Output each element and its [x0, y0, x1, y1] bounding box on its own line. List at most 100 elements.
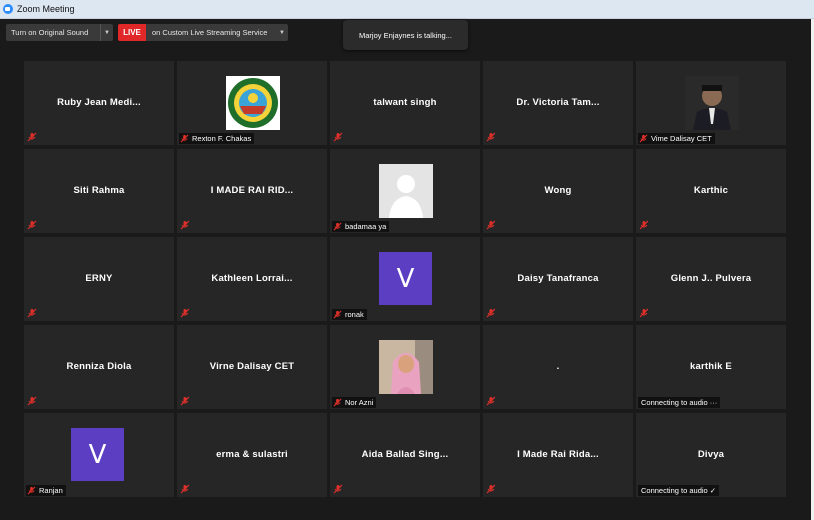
meeting-window: Turn on Original Sound ▼ LIVE on Custom … — [0, 19, 811, 520]
participant-name: Vime Dalisay CET — [651, 134, 712, 143]
muted-mic-icon — [180, 220, 190, 230]
muted-mic-icon — [180, 396, 190, 406]
participant-tile[interactable]: Karthic — [636, 149, 786, 233]
participant-name: Siti Rahma — [73, 185, 125, 196]
participant-name: I Made Rai Rida... — [517, 449, 599, 460]
participant-photo — [379, 340, 433, 394]
muted-mic-icon — [333, 310, 342, 319]
participant-name: ERNY — [85, 273, 113, 284]
seal-logo-image — [226, 76, 280, 130]
avatar-letter: V — [379, 252, 432, 305]
participant-label: Ranjan — [26, 485, 66, 496]
live-badge: LIVE — [118, 24, 146, 41]
muted-mic-icon — [639, 308, 649, 318]
participant-name: karthik E — [690, 361, 732, 372]
muted-mic-icon — [180, 308, 190, 318]
muted-mic-icon — [180, 484, 190, 494]
participant-label: Rexton F. Chakas — [179, 133, 255, 144]
participant-name: . — [556, 361, 560, 372]
participant-tile[interactable]: Aida Ballad Sing... — [330, 413, 480, 497]
audio-status: Connecting to audio ··· — [638, 397, 721, 408]
participant-name: erma & sulastri — [216, 449, 288, 460]
participant-tile[interactable]: Ruby Jean Medi... — [24, 61, 174, 145]
muted-mic-icon — [27, 220, 37, 230]
participant-name: Virne Dalisay CET — [209, 361, 295, 372]
participant-name: Renniza Diola — [66, 361, 132, 372]
muted-mic-icon — [333, 222, 342, 231]
window-titlebar: Zoom Meeting — [0, 0, 814, 19]
meeting-topbar: Turn on Original Sound ▼ LIVE on Custom … — [0, 19, 811, 59]
muted-mic-icon — [333, 398, 342, 407]
participant-tile[interactable]: Dr. Victoria Tam... — [483, 61, 633, 145]
participant-name: Karthic — [693, 185, 729, 196]
participant-name: I MADE RAI RID... — [210, 185, 294, 196]
muted-mic-icon — [27, 308, 37, 318]
participant-tile[interactable]: Daisy Tanafranca — [483, 237, 633, 321]
participant-tile[interactable]: Renniza Diola — [24, 325, 174, 409]
participant-name: Daisy Tanafranca — [517, 273, 599, 284]
participant-photo — [685, 76, 739, 130]
live-streaming-label: on Custom Live Streaming Service — [152, 28, 268, 37]
participant-tile[interactable]: badamaa ya — [330, 149, 480, 233]
participant-tile[interactable]: ERNY — [24, 237, 174, 321]
participant-tile[interactable]: I Made Rai Rida... — [483, 413, 633, 497]
muted-mic-icon — [180, 134, 189, 143]
participant-tile[interactable]: Kathleen Lorrai... — [177, 237, 327, 321]
participant-label: Nor Azni — [332, 397, 377, 408]
participant-name: badamaa ya — [345, 222, 387, 231]
muted-mic-icon — [639, 134, 648, 143]
muted-mic-icon — [333, 132, 343, 142]
participant-name: ronak — [345, 310, 364, 319]
participant-name: talwant singh — [373, 97, 437, 108]
participant-tile[interactable]: Glenn J.. Pulvera — [636, 237, 786, 321]
participant-name: Glenn J.. Pulvera — [670, 273, 752, 284]
muted-mic-icon — [486, 220, 496, 230]
muted-mic-icon — [27, 132, 37, 142]
chevron-down-icon[interactable]: ▼ — [100, 24, 113, 41]
avatar-letter: V — [71, 428, 124, 481]
muted-mic-icon — [486, 308, 496, 318]
muted-mic-icon — [333, 484, 343, 494]
chevron-down-icon[interactable]: ▼ — [276, 30, 288, 36]
participant-tile[interactable]: Rexton F. Chakas — [177, 61, 327, 145]
participant-tile[interactable]: Vime Dalisay CET — [636, 61, 786, 145]
participant-name: Dr. Victoria Tam... — [516, 97, 600, 108]
original-sound-label: Turn on Original Sound — [11, 28, 89, 37]
participant-name: Wong — [544, 185, 572, 196]
participant-tile[interactable]: I MADE RAI RID... — [177, 149, 327, 233]
participant-name: Nor Azni — [345, 398, 374, 407]
muted-mic-icon — [486, 484, 496, 494]
window-title: Zoom Meeting — [17, 4, 75, 14]
muted-mic-icon — [639, 220, 649, 230]
live-streaming-button[interactable]: on Custom Live Streaming Service ▼ — [146, 24, 288, 41]
gallery-grid: Ruby Jean Medi... Rexton F. Chakas talwa… — [24, 61, 788, 497]
participant-tile[interactable]: V ronak — [330, 237, 480, 321]
participant-tile[interactable]: Virne Dalisay CET — [177, 325, 327, 409]
participant-name: Rexton F. Chakas — [192, 134, 252, 143]
audio-status: Connecting to audio ✓ — [638, 485, 720, 496]
participant-tile[interactable]: Nor Azni — [330, 325, 480, 409]
participant-tile[interactable]: karthik E Connecting to audio ··· — [636, 325, 786, 409]
original-sound-button[interactable]: Turn on Original Sound ▼ — [6, 24, 113, 41]
participant-label: ronak — [332, 309, 367, 320]
muted-mic-icon — [27, 396, 37, 406]
muted-mic-icon — [486, 132, 496, 142]
participant-name: Kathleen Lorrai... — [211, 273, 293, 284]
participant-tile[interactable]: V Ranjan — [24, 413, 174, 497]
participant-tile[interactable]: Divya Connecting to audio ✓ — [636, 413, 786, 497]
participant-name: Ranjan — [39, 486, 63, 495]
muted-mic-icon — [486, 396, 496, 406]
zoom-logo-icon — [3, 4, 13, 14]
participant-name: Divya — [697, 449, 725, 460]
participant-tile[interactable]: erma & sulastri — [177, 413, 327, 497]
participant-name: Aida Ballad Sing... — [361, 449, 449, 460]
talking-indicator: Marjoy Enjaynes is talking... — [343, 20, 468, 50]
default-avatar-icon — [379, 164, 433, 218]
participant-tile[interactable]: Wong — [483, 149, 633, 233]
participant-label: badamaa ya — [332, 221, 390, 232]
participant-tile[interactable]: Siti Rahma — [24, 149, 174, 233]
muted-mic-icon — [27, 486, 36, 495]
participant-tile[interactable]: . — [483, 325, 633, 409]
participant-name: Ruby Jean Medi... — [57, 97, 141, 108]
participant-tile[interactable]: talwant singh — [330, 61, 480, 145]
